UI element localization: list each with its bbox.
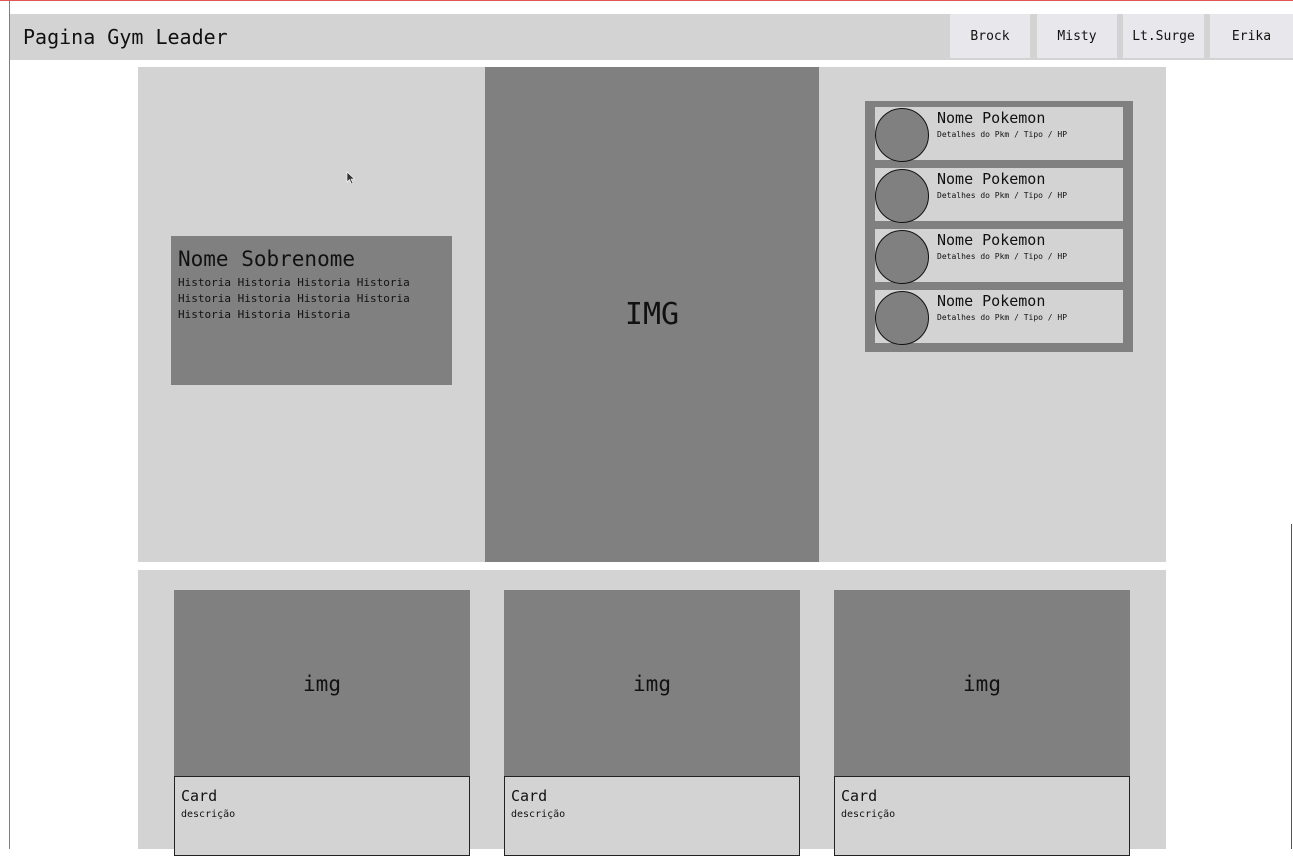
card-title: Card: [511, 787, 548, 805]
nav-link-lt-surge[interactable]: Lt.Surge: [1123, 14, 1204, 58]
pokemon-list-item[interactable]: Nome Pokemon Detalhes do Pkm / Tipo / HP: [875, 229, 1123, 284]
card-title: Card: [841, 787, 878, 805]
content-card[interactable]: img Card descrição: [504, 590, 800, 856]
pokemon-name: Nome Pokemon: [937, 109, 1046, 127]
pokemon-name: Nome Pokemon: [937, 170, 1046, 188]
pokemon-list-item[interactable]: Nome Pokemon Detalhes do Pkm / Tipo / HP: [875, 107, 1123, 162]
leader-bio-card: Nome Sobrenome Historia Historia Histori…: [171, 236, 452, 385]
card-image-label: img: [963, 671, 1001, 696]
card-image-label: img: [303, 671, 341, 696]
pokemon-details: Detalhes do Pkm / Tipo / HP: [937, 252, 1068, 261]
pokemon-list-item[interactable]: Nome Pokemon Detalhes do Pkm / Tipo / HP: [875, 168, 1123, 223]
page-title: Pagina Gym Leader: [23, 25, 228, 49]
pokemon-name: Nome Pokemon: [937, 231, 1046, 249]
navbar: Pagina Gym Leader Brock Misty Lt.Surge E…: [10, 14, 1293, 60]
cards-section: img Card descrição img Card descrição im…: [138, 570, 1166, 856]
card-body: Card descrição: [504, 776, 800, 856]
card-description: descrição: [181, 809, 236, 820]
nav-link-erika[interactable]: Erika: [1210, 14, 1293, 58]
leader-image-label: IMG: [624, 297, 680, 332]
mouse-pointer-icon: [346, 171, 356, 185]
leader-image-placeholder: IMG: [485, 67, 819, 562]
card-title: Card: [181, 787, 218, 805]
content-card[interactable]: img Card descrição: [834, 590, 1130, 856]
pokemon-details: Detalhes do Pkm / Tipo / HP: [937, 130, 1068, 139]
card-description: descrição: [511, 809, 566, 820]
scrollbar-edge: [1291, 524, 1292, 849]
nav-link-misty[interactable]: Misty: [1037, 14, 1117, 58]
card-image-placeholder: img: [834, 590, 1130, 777]
pokemon-party-list: Nome Pokemon Detalhes do Pkm / Tipo / HP…: [865, 101, 1133, 352]
pokemon-avatar: [875, 169, 929, 223]
card-body: Card descrição: [834, 776, 1130, 856]
pokemon-details: Detalhes do Pkm / Tipo / HP: [937, 313, 1068, 322]
nav-link-brock[interactable]: Brock: [950, 14, 1030, 58]
pokemon-list-item[interactable]: Nome Pokemon Detalhes do Pkm / Tipo / HP: [875, 290, 1123, 345]
leader-name: Nome Sobrenome: [178, 247, 356, 271]
leader-hero-section: Nome Sobrenome Historia Historia Histori…: [138, 67, 1166, 562]
leader-history: Historia Historia Historia Historia Hist…: [178, 276, 410, 321]
card-image-placeholder: img: [504, 590, 800, 777]
pokemon-name: Nome Pokemon: [937, 292, 1046, 310]
card-image-placeholder: img: [174, 590, 470, 777]
window-top-border: [0, 0, 1293, 1]
pokemon-avatar: [875, 230, 929, 284]
card-description: descrição: [841, 809, 896, 820]
pokemon-details: Detalhes do Pkm / Tipo / HP: [937, 191, 1068, 200]
pokemon-avatar: [875, 108, 929, 162]
card-image-label: img: [633, 671, 671, 696]
window-left-border: [9, 0, 10, 849]
card-body: Card descrição: [174, 776, 470, 856]
pokemon-avatar: [875, 291, 929, 345]
content-card[interactable]: img Card descrição: [174, 590, 470, 856]
